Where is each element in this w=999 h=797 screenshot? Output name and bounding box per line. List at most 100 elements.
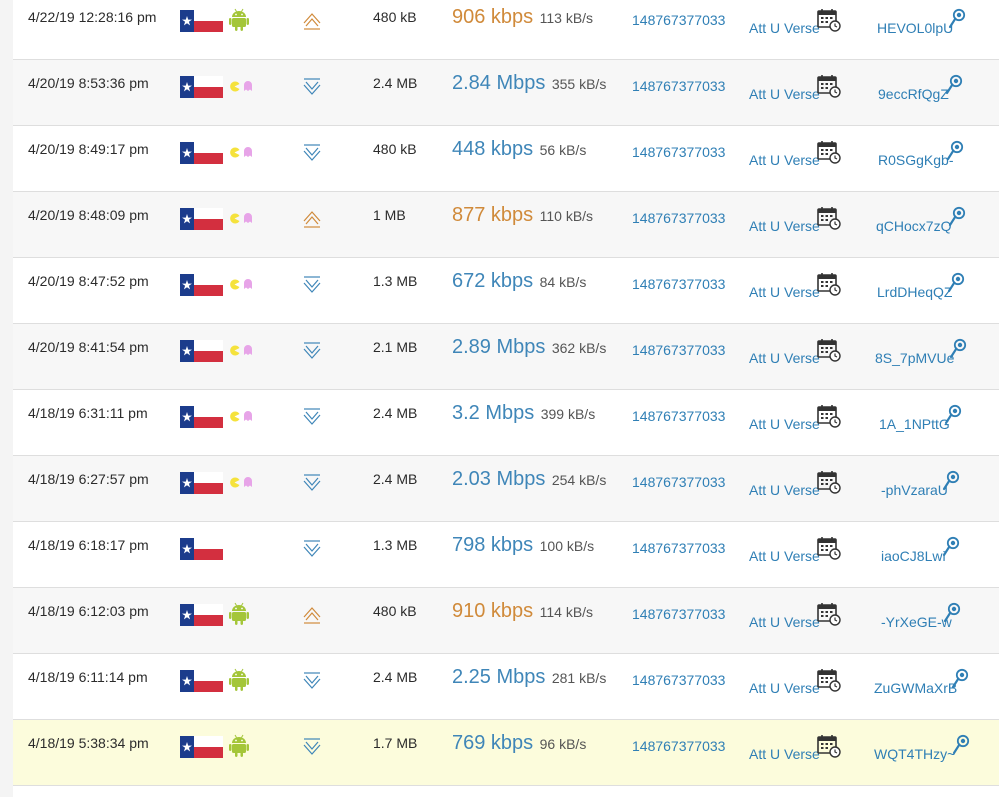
row-isp-link[interactable]: Att U Verse <box>749 746 820 762</box>
row-result-id-link[interactable]: iaoCJ8Lwi <box>881 548 946 564</box>
table-row[interactable]: 4/20/19 8:49:17 pm 480 kB 448 kbps 56 kB… <box>13 126 999 192</box>
table-row[interactable]: 4/18/19 6:12:03 pm 480 kB 910 kbps 114 k… <box>13 588 999 654</box>
row-datetime: 4/22/19 12:28:16 pm <box>28 9 157 25</box>
table-row[interactable]: 4/18/19 6:31:11 pm 2.4 MB 3.2 Mbps 399 k… <box>13 390 999 456</box>
row-isp-link[interactable]: Att U Verse <box>749 614 820 630</box>
row-isp-link[interactable]: Att U Verse <box>749 152 820 168</box>
calendar-clock-icon[interactable] <box>817 536 841 560</box>
row-account-link[interactable]: 148767377033 <box>632 342 725 358</box>
calendar-clock-icon[interactable] <box>817 602 841 626</box>
row-result-id-link[interactable]: -YrXeGE-w <box>881 614 952 630</box>
texas-flag-icon <box>180 736 223 758</box>
row-result-id-link[interactable]: 1A_1NPttG <box>879 416 950 432</box>
calendar-clock-icon[interactable] <box>817 338 841 362</box>
calendar-clock-icon[interactable] <box>817 140 841 164</box>
row-isp-link[interactable]: Att U Verse <box>749 284 820 300</box>
magnifier-icon[interactable] <box>942 470 960 492</box>
row-account-link[interactable]: 148767377033 <box>632 408 725 424</box>
table-row[interactable]: 4/18/19 6:18:17 pm 1.3 MB 798 kbps 100 k… <box>13 522 999 588</box>
row-result-id-link[interactable]: ZuGWMaXrB <box>874 680 957 696</box>
calendar-clock-icon[interactable] <box>817 470 841 494</box>
magnifier-icon[interactable] <box>948 8 966 30</box>
table-row[interactable]: 4/20/19 8:41:54 pm 2.1 MB 2.89 Mbps 362 … <box>13 324 999 390</box>
row-result-id-link[interactable]: LrdDHeqQZ <box>877 284 952 300</box>
row-datetime: 4/20/19 8:41:54 pm <box>28 339 149 355</box>
calendar-clock-icon[interactable] <box>817 272 841 296</box>
texas-flag-icon <box>180 208 223 230</box>
row-account-link[interactable]: 148767377033 <box>632 540 725 556</box>
calendar-clock-icon[interactable] <box>817 206 841 230</box>
calendar-clock-icon[interactable] <box>817 404 841 428</box>
row-result-id-link[interactable]: R0SGgKgb- <box>878 152 953 168</box>
row-account-link[interactable]: 148767377033 <box>632 144 725 160</box>
row-account-link[interactable]: 148767377033 <box>632 78 725 94</box>
calendar-clock-icon[interactable] <box>817 8 841 32</box>
table-row[interactable]: 4/18/19 6:27:57 pm 2.4 MB 2.03 Mbps 254 … <box>13 456 999 522</box>
rate-value: 113 kB/s <box>539 10 594 26</box>
download-arrow-icon <box>303 144 321 161</box>
magnifier-icon[interactable] <box>944 404 962 426</box>
row-isp-link[interactable]: Att U Verse <box>749 218 820 234</box>
calendar-clock-icon[interactable] <box>817 734 841 758</box>
row-account-link[interactable]: 148767377033 <box>632 210 725 226</box>
row-isp-link[interactable]: Att U Verse <box>749 548 820 564</box>
row-isp-link[interactable]: Att U Verse <box>749 680 820 696</box>
row-account-link[interactable]: 148767377033 <box>632 474 725 490</box>
magnifier-icon[interactable] <box>947 272 965 294</box>
row-size: 1.7 MB <box>373 735 418 751</box>
magnifier-icon[interactable] <box>948 206 966 228</box>
row-account-link[interactable]: 148767377033 <box>632 606 725 622</box>
row-result-id-link[interactable]: 8S_7pMVUe <box>875 350 954 366</box>
texas-flag-icon <box>180 670 223 692</box>
table-row[interactable]: 4/18/19 5:38:34 pm 1.7 MB 769 kbps 96 kB… <box>13 720 999 786</box>
row-datetime: 4/20/19 8:49:17 pm <box>28 141 149 157</box>
row-account-link[interactable]: 148767377033 <box>632 276 725 292</box>
calendar-clock-icon[interactable] <box>817 668 841 692</box>
speed-value: 672 kbps <box>452 270 534 292</box>
row-account-link[interactable]: 148767377033 <box>632 672 725 688</box>
pacman-icon <box>230 279 240 290</box>
row-account-link[interactable]: 148767377033 <box>632 12 725 28</box>
row-result-id-link[interactable]: WQT4THzy~ <box>874 746 955 762</box>
row-datetime: 4/18/19 6:11:14 pm <box>28 669 148 685</box>
row-isp-link[interactable]: Att U Verse <box>749 20 820 36</box>
row-result-id-link[interactable]: 9eccRfQgZ <box>878 86 949 102</box>
rate-value: 110 kB/s <box>539 208 594 224</box>
magnifier-icon[interactable] <box>952 734 970 756</box>
row-isp-link[interactable]: Att U Verse <box>749 86 820 102</box>
texas-flag-icon <box>180 604 223 626</box>
row-speed: 906 kbps 113 kB/s <box>452 6 593 29</box>
download-arrow-icon <box>303 540 321 557</box>
table-row[interactable]: 4/20/19 8:48:09 pm 1 MB 877 kbps 110 kB/… <box>13 192 999 258</box>
magnifier-icon[interactable] <box>949 338 967 360</box>
ghost-icon <box>244 213 252 223</box>
speed-value: 798 kbps <box>452 534 534 556</box>
row-isp-link[interactable]: Att U Verse <box>749 350 820 366</box>
row-isp-link[interactable]: Att U Verse <box>749 416 820 432</box>
row-speed: 798 kbps 100 kB/s <box>452 534 594 557</box>
table-row[interactable]: 4/18/19 6:11:14 pm 2.4 MB 2.25 Mbps 281 … <box>13 654 999 720</box>
row-speed: 2.03 Mbps 254 kB/s <box>452 468 606 491</box>
pacman-icon <box>230 213 240 224</box>
row-result-id-link[interactable]: -phVzaraU <box>881 482 948 498</box>
row-isp-link[interactable]: Att U Verse <box>749 482 820 498</box>
rate-value: 355 kB/s <box>551 76 607 92</box>
magnifier-icon[interactable] <box>951 668 969 690</box>
rate-value: 362 kB/s <box>551 340 607 356</box>
magnifier-icon[interactable] <box>945 74 963 96</box>
row-speed: 2.89 Mbps 362 kB/s <box>452 336 606 359</box>
table-row[interactable]: 4/20/19 8:47:52 pm 1.3 MB 672 kbps 84 kB… <box>13 258 999 324</box>
magnifier-icon[interactable] <box>943 602 961 624</box>
calendar-clock-icon[interactable] <box>817 74 841 98</box>
row-account-link[interactable]: 148767377033 <box>632 738 725 754</box>
row-speed: 672 kbps 84 kB/s <box>452 270 586 293</box>
table-row[interactable]: 4/22/19 12:28:16 pm 480 kB 906 kbps 113 … <box>13 0 999 60</box>
row-size: 2.4 MB <box>373 471 418 487</box>
ghost-icon <box>244 81 252 91</box>
magnifier-icon[interactable] <box>942 536 960 558</box>
texas-flag-icon <box>180 142 223 164</box>
row-result-id-link[interactable]: qCHocx7zQ <box>876 218 951 234</box>
row-result-id-link[interactable]: HEVOL0lpU <box>877 20 953 36</box>
magnifier-icon[interactable] <box>946 140 964 162</box>
table-row[interactable]: 4/20/19 8:53:36 pm 2.4 MB 2.84 Mbps 355 … <box>13 60 999 126</box>
